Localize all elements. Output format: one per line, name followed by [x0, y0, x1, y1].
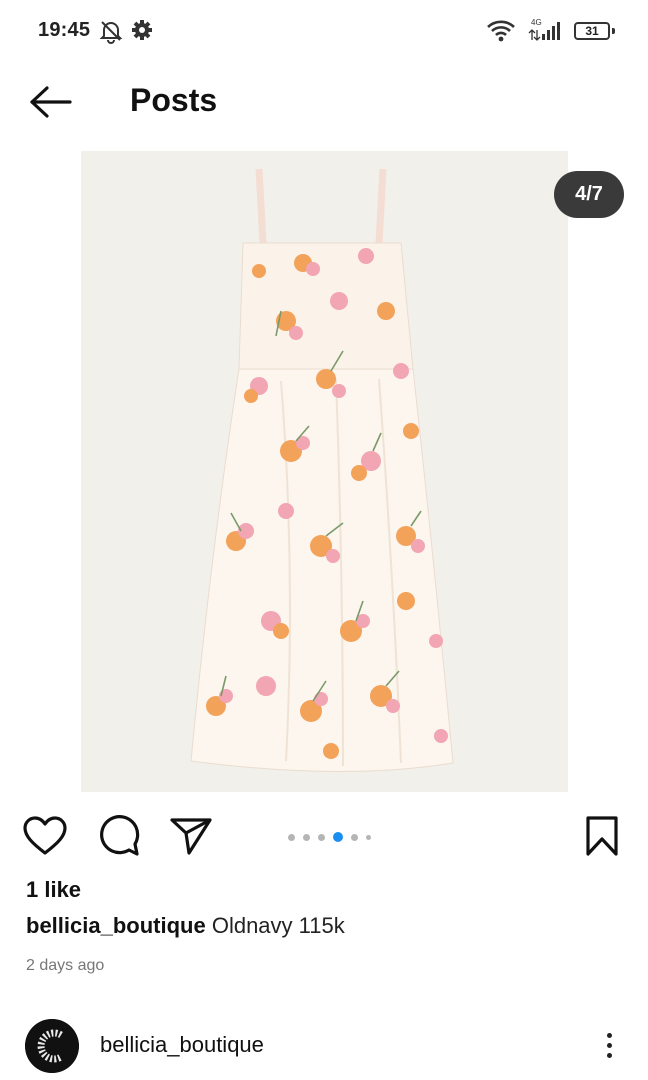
notifications-off-icon [98, 18, 124, 49]
gear-icon [130, 18, 154, 47]
cellular-signal-icon: 4G [528, 16, 566, 49]
bookmark-icon [586, 816, 618, 856]
post-timestamp: 2 days ago [26, 957, 105, 974]
page-title: Posts [130, 82, 218, 118]
carousel-dot-active [333, 832, 343, 842]
heart-icon [23, 816, 67, 855]
avatar[interactable] [25, 1019, 79, 1073]
caption-username[interactable]: bellicia_boutique [26, 913, 206, 938]
carousel-dot [351, 833, 358, 841]
back-button[interactable] [26, 82, 74, 122]
network-label: 4G [531, 18, 542, 27]
carousel-dot [366, 834, 371, 840]
caption-text: Oldnavy 115k [211, 913, 345, 938]
carousel-dot [288, 833, 295, 841]
post-image[interactable] [81, 151, 568, 792]
battery-tip [612, 28, 615, 34]
status-time: 19:45 [38, 19, 91, 41]
more-vertical-icon[interactable] [592, 1025, 626, 1065]
next-post-header: bellicia_boutique [0, 1015, 648, 1080]
arrow-left-icon [30, 86, 72, 118]
carousel-dot [303, 833, 310, 841]
post-caption: bellicia_boutique Oldnavy 115k [26, 913, 345, 939]
avatar-logo [25, 1019, 79, 1073]
top-header: Posts [0, 62, 648, 142]
next-post-username[interactable]: bellicia_boutique [100, 1032, 264, 1058]
carousel-dot [318, 833, 325, 841]
battery-level: 31 [585, 24, 599, 38]
like-button[interactable] [22, 813, 68, 859]
post-actions [0, 805, 648, 865]
likes-count[interactable]: 1 like [26, 877, 81, 903]
send-icon [170, 818, 212, 855]
bookmark-button[interactable] [579, 813, 625, 859]
image-counter-badge: 4/7 [554, 171, 624, 218]
floral-dress-photo [81, 151, 568, 792]
share-button[interactable] [168, 813, 214, 859]
status-bar: 19:45 4G 31 [0, 0, 648, 62]
wifi-icon [486, 18, 516, 49]
carousel-indicator [288, 830, 371, 844]
comment-icon [100, 815, 140, 856]
battery-icon: 31 [574, 22, 610, 40]
comment-button[interactable] [96, 813, 142, 859]
